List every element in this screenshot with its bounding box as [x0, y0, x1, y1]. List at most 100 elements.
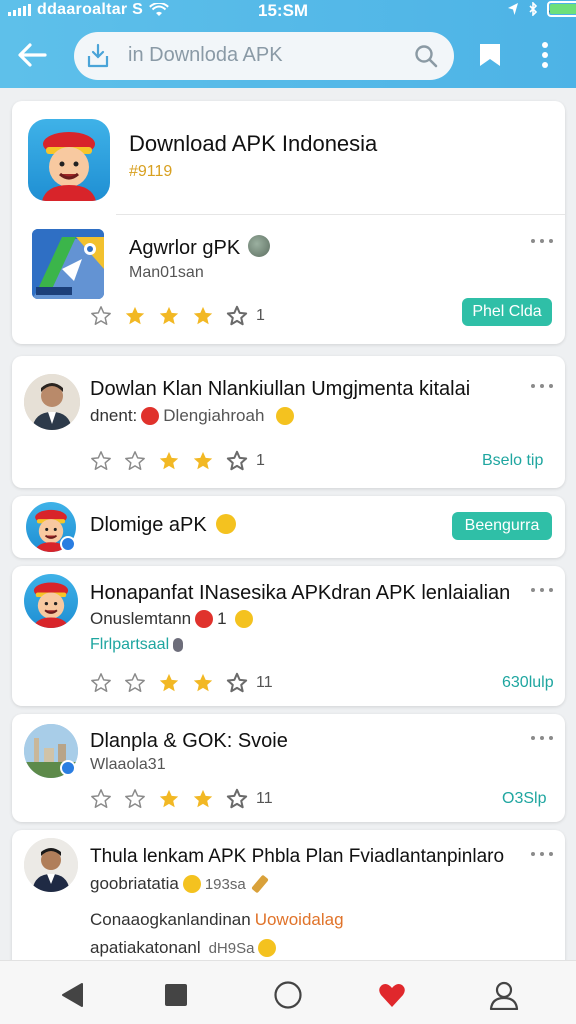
app-icon-mascot[interactable]: [24, 574, 78, 628]
maps-icon: [32, 229, 104, 299]
card-menu-icon[interactable]: [531, 734, 553, 742]
location-arrow-icon: [508, 3, 519, 15]
post-meta-num: 193sa: [204, 875, 246, 893]
post-link[interactable]: Flrlpartsaal: [90, 636, 169, 654]
post-meta-text: goobriatatia: [90, 874, 179, 893]
heart-icon: [379, 984, 405, 1007]
post-subtitle: Wlaaola31: [90, 756, 166, 773]
post-body-text: apatiakatonanl: [90, 938, 201, 957]
search-icon[interactable]: [414, 44, 438, 68]
battery-level: [550, 4, 576, 14]
post-body-highlight[interactable]: Uowoidalag: [255, 910, 344, 930]
mascot-icon: [42, 132, 96, 201]
post-action-link[interactable]: Bselo tip: [482, 452, 543, 470]
status-bar: ddaaroaltar S 15:SM 4%: [0, 0, 576, 24]
post-meta-text: Dlengiahroah: [163, 406, 265, 425]
wifi-icon: [149, 3, 170, 16]
star-outline-icon: [226, 450, 248, 471]
rating-count: 11: [256, 674, 273, 691]
search-bar[interactable]: in Downloda APK: [74, 32, 454, 80]
featured-tag: #9119: [129, 163, 173, 180]
mascot-icon: [33, 582, 69, 628]
star-outline-icon: [226, 788, 248, 809]
compact-card: Dlomige aPK Beengurra: [12, 496, 565, 558]
app-action-button[interactable]: Phel Clda: [462, 298, 552, 326]
post-body-line: Conaaogkanlandinan Uowoidalag: [90, 910, 344, 930]
app-title[interactable]: Agwrlor gPK: [129, 235, 270, 260]
post-body-prefix: Conaaogkanlandinan: [90, 910, 251, 929]
back-triangle-icon: [62, 983, 83, 1007]
star-filled-icon: [193, 451, 213, 470]
star-filled-icon: [159, 306, 179, 325]
search-input[interactable]: in Downloda APK: [128, 44, 283, 67]
post-card: Thula lenkam APK Phbla Plan Fviadlantanp…: [12, 830, 565, 970]
avatar[interactable]: [24, 374, 80, 430]
app-header: ddaaroaltar S 15:SM 4%: [0, 0, 576, 88]
bluetooth-icon: [529, 2, 538, 16]
nav-favorites[interactable]: [376, 979, 408, 1011]
compact-action-button[interactable]: Beengurra: [452, 512, 552, 540]
more-vert-icon[interactable]: [538, 40, 552, 70]
verified-badge-icon: [60, 760, 76, 776]
post-body-line: apatiakatonanl dH9Sa: [90, 938, 280, 958]
card-menu-icon[interactable]: [531, 586, 553, 594]
post-meta-num: 1: [217, 609, 227, 628]
download-box-icon: [87, 43, 109, 68]
post-title[interactable]: Dowlan Klan Nlankiullan Umgjmenta kitala…: [90, 378, 470, 401]
nav-profile[interactable]: [488, 979, 520, 1011]
post-meta-prefix: dnent:: [90, 406, 138, 425]
post-action-link[interactable]: O3Slp: [502, 790, 546, 808]
featured-title[interactable]: Download APK Indonesia: [129, 131, 377, 157]
emoji-icon: [258, 939, 277, 957]
star-outline-icon: [91, 673, 111, 692]
star-outline-icon: [91, 789, 111, 808]
red-dot-icon: [195, 610, 214, 628]
card-menu-icon[interactable]: [531, 382, 553, 390]
globe-icon: [247, 235, 270, 257]
star-filled-icon: [125, 306, 145, 325]
compact-title[interactable]: Dlomige aPK: [90, 514, 240, 537]
star-filled-icon: [193, 673, 213, 692]
rating: 1: [90, 450, 265, 472]
back-arrow-icon: [18, 43, 47, 67]
app-icon-maps[interactable]: [32, 229, 104, 299]
post-title[interactable]: Honapanfat INasesika APKdran APK lenlaia…: [90, 582, 510, 605]
post-meta: Onuslemtann 1: [90, 609, 257, 629]
star-filled-icon: [193, 789, 213, 808]
compact-title-text: Dlomige aPK: [90, 514, 207, 536]
post-body-num: dH9Sa: [208, 939, 255, 957]
rating-count: 11: [256, 790, 273, 807]
app-title-text: Agwrlor gPK: [129, 237, 241, 259]
nav-home[interactable]: [272, 979, 304, 1011]
red-dot-icon: [141, 407, 160, 425]
rating: 11: [90, 788, 273, 810]
nav-back[interactable]: [56, 979, 88, 1011]
emoji-icon: [234, 610, 253, 628]
app-icon-mascot[interactable]: [28, 119, 110, 201]
card-menu-icon[interactable]: [531, 850, 553, 858]
post-card: Honapanfat INasesika APKdran APK lenlaia…: [12, 566, 565, 706]
rating-count: 1: [256, 452, 265, 469]
post-card: Dlanpla & GOK: Svoie Wlaaola31 11 O3Slp: [12, 714, 565, 822]
back-button[interactable]: [14, 40, 50, 70]
rating: 1: [90, 305, 265, 327]
post-title[interactable]: Thula lenkam APK Phbla Plan Fviadlantanp…: [90, 846, 504, 868]
star-filled-icon: [159, 451, 179, 470]
post-action-link[interactable]: 630lulp: [502, 674, 554, 692]
star-outline-icon: [125, 673, 145, 692]
nav-recent[interactable]: [160, 979, 192, 1011]
pencil-icon: [250, 874, 269, 894]
post-title[interactable]: Dlanpla & GOK: Svoie: [90, 730, 288, 753]
signal-icon: [8, 4, 31, 16]
home-circle-icon: [274, 981, 302, 1009]
card-menu-icon[interactable]: [531, 237, 553, 245]
star-outline-icon: [125, 789, 145, 808]
featured-card: Download APK Indonesia #9119 Agwrlor gPK…: [12, 101, 565, 344]
star-outline-icon: [91, 306, 111, 325]
carrier-label: ddaaroaltar S: [37, 1, 144, 18]
card-divider: [116, 214, 565, 215]
post-meta-text: Onuslemtann: [90, 609, 192, 628]
avatar[interactable]: [24, 838, 78, 892]
post-link-row: Flrlpartsaal: [90, 636, 187, 654]
bookmark-icon[interactable]: [478, 42, 502, 68]
